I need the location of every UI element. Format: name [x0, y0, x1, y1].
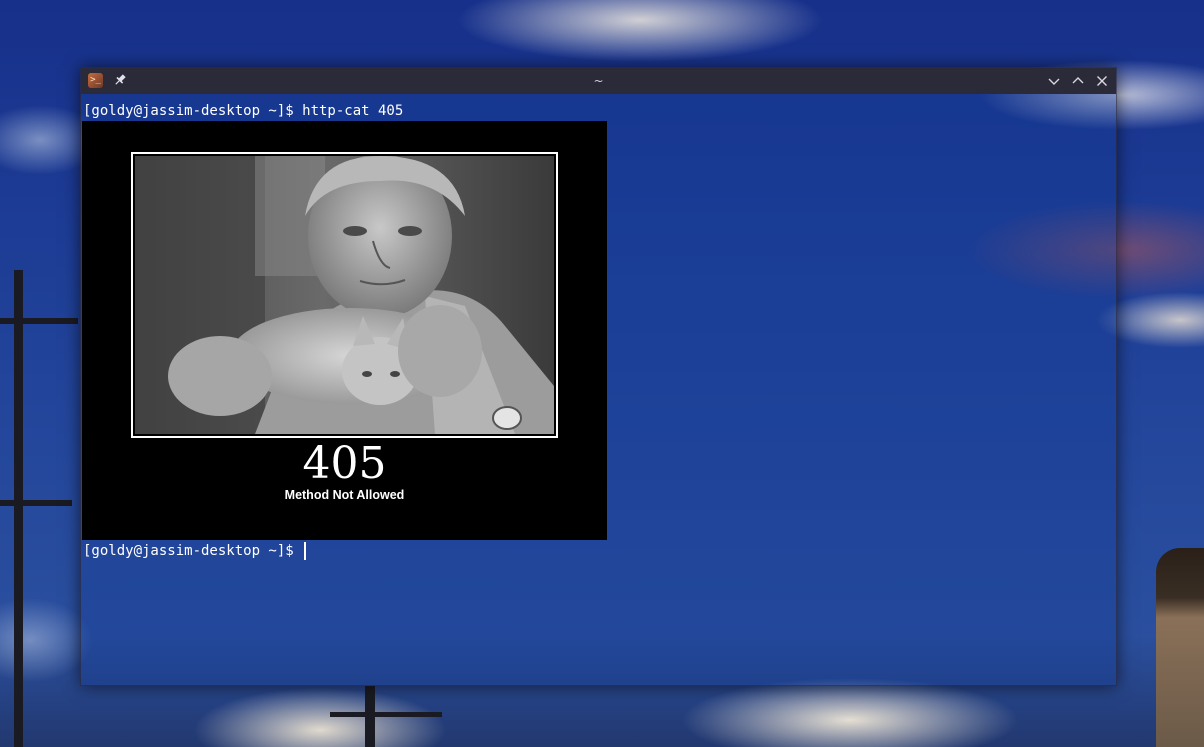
pin-icon[interactable]	[112, 72, 128, 88]
http-cat-image: 405 Method Not Allowed	[82, 121, 607, 540]
status-message: Method Not Allowed	[284, 488, 405, 502]
maximize-icon[interactable]	[1070, 73, 1086, 89]
utility-pole	[14, 270, 23, 747]
window-title: ~	[593, 74, 604, 88]
prompt-text: [goldy@jassim-desktop ~]$	[83, 543, 303, 559]
command-line: [goldy@jassim-desktop ~]$ http-cat 405	[83, 103, 404, 119]
minimize-icon[interactable]	[1046, 73, 1062, 89]
close-icon[interactable]	[1094, 73, 1110, 89]
photo-frame	[131, 152, 558, 438]
cat-photo	[135, 156, 554, 434]
utility-pole-crossbar	[0, 318, 78, 324]
anime-character	[1156, 548, 1204, 747]
terminal-app-icon[interactable]: >_	[88, 73, 103, 88]
text-cursor	[304, 542, 307, 560]
utility-pole-crossbar	[330, 712, 442, 717]
terminal-area[interactable]: [goldy@jassim-desktop ~]$ http-cat 405 4…	[81, 94, 1116, 685]
utility-pole-crossbar	[0, 500, 72, 506]
title-bar[interactable]: ~ >_	[81, 68, 1116, 94]
prompt-line[interactable]: [goldy@jassim-desktop ~]$	[83, 542, 307, 560]
status-code: 405	[302, 438, 387, 489]
terminal-window[interactable]: ~ >_ [goldy@jassim-desktop ~]$ http-cat …	[80, 67, 1117, 686]
